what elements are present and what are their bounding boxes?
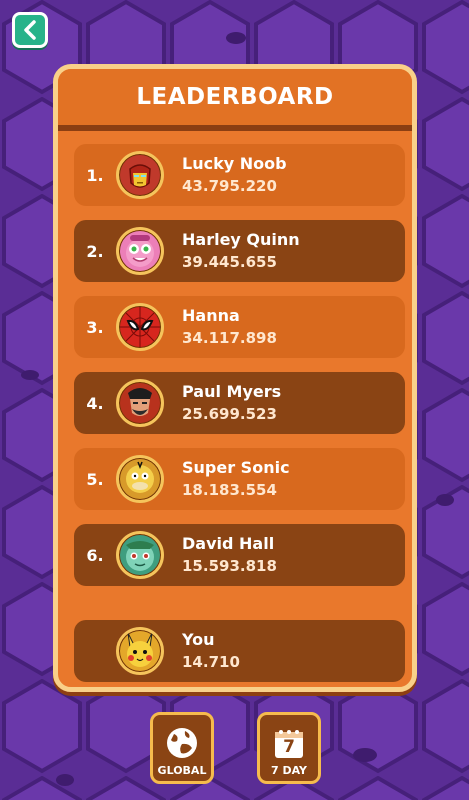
leaderboard-row[interactable]: 5. Super Sonic 18.183.554 <box>74 448 405 510</box>
rank-number: 4. <box>86 393 104 413</box>
globe-icon <box>167 728 197 758</box>
rank-number: 1. <box>86 165 104 185</box>
stone-decoration <box>226 32 246 44</box>
player-score: 25.699.523 <box>182 405 277 423</box>
iron-man-avatar <box>116 151 164 199</box>
player-name: Paul Myers <box>182 382 282 401</box>
rank-number: 5. <box>86 469 104 489</box>
pink-monster-avatar <box>116 227 164 275</box>
leaderboard-row[interactable]: 3. Hanna 34.117.898 <box>74 296 405 358</box>
page-title: LEADERBOARD <box>136 84 334 110</box>
rank-number: 6. <box>86 545 104 565</box>
player-name: Hanna <box>182 306 240 325</box>
leaderboard-header: LEADERBOARD <box>58 69 412 131</box>
leaderboard-row[interactable]: 2. Harley Quinn 39.445.655 <box>74 220 405 282</box>
current-player-row[interactable]: You 14.710 <box>74 620 405 682</box>
stone-decoration <box>56 774 74 786</box>
player-score: 34.117.898 <box>182 329 277 347</box>
calendar-icon: 7 <box>273 728 305 760</box>
leaderboard-row[interactable]: 1. Lucky Noob 43.795.220 <box>74 144 405 206</box>
player-name: You <box>182 630 215 649</box>
player-score: 43.795.220 <box>182 177 277 195</box>
bearded-villain-avatar <box>116 379 164 427</box>
psyduck-avatar <box>116 455 164 503</box>
rank-number: 2. <box>86 241 104 261</box>
pikachu-avatar <box>116 627 164 675</box>
player-score: 39.445.655 <box>182 253 277 271</box>
chevron-left-icon <box>24 20 36 40</box>
spider-man-avatar <box>116 303 164 351</box>
player-name: Super Sonic <box>182 458 290 477</box>
stone-decoration <box>436 494 454 506</box>
player-score: 15.593.818 <box>182 557 277 575</box>
back-button[interactable] <box>12 12 48 48</box>
player-name: David Hall <box>182 534 275 553</box>
player-score: 18.183.554 <box>182 481 277 499</box>
tab-7-day[interactable]: 7 7 DAY <box>257 712 321 784</box>
bulbasaur-avatar <box>116 531 164 579</box>
calendar-day: 7 <box>283 737 295 757</box>
player-score: 14.710 <box>182 653 240 671</box>
stone-decoration <box>21 370 39 380</box>
leaderboard-row[interactable]: 6. David Hall 15.593.818 <box>74 524 405 586</box>
leaderboard-row[interactable]: 4. Paul Myers 25.699.523 <box>74 372 405 434</box>
leaderboard-panel: LEADERBOARD 1. Lucky Noob 43.795.220 2. <box>53 64 417 692</box>
player-name: Lucky Noob <box>182 154 287 173</box>
tab-global[interactable]: GLOBAL <box>150 712 214 784</box>
tab-label: GLOBAL <box>157 764 207 777</box>
tab-label: 7 DAY <box>270 764 308 777</box>
stone-decoration <box>353 748 377 762</box>
player-name: Harley Quinn <box>182 230 300 249</box>
rank-number: 3. <box>86 317 104 337</box>
